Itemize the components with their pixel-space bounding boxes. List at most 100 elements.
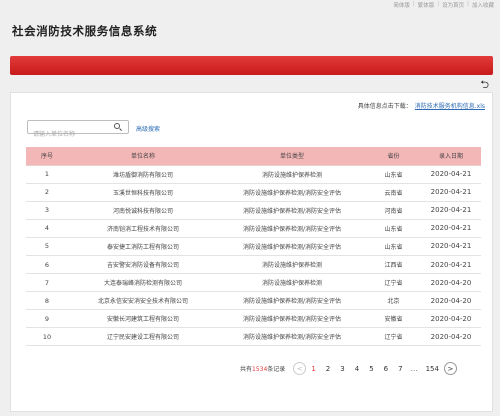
search-box [27, 120, 129, 141]
table-header-row: 序号 单位名称 单位类型 省份 录入日期 [26, 147, 481, 166]
cell-entry-date: 2020-04-21 [421, 183, 481, 202]
cell-unit-name[interactable]: 潍坊盾御消防有限公司 [68, 165, 218, 184]
download-info: 具体信息点击下载： 消防技术服务机构信息.xls [358, 101, 485, 110]
cell-province: 辽宁省 [366, 273, 421, 293]
table-row: 5 泰安捷工消防工程有限公司 消防设施维护保养检测/消防安全评估 山东省 2020-04… [26, 237, 481, 256]
cell-province: 江西省 [366, 255, 421, 275]
table-row: 7 大连泰瑞峰消防检测有限公司 消防设施维护保养检测 辽宁省 2020-04-20 [26, 273, 481, 293]
cell-unit-name[interactable]: 吉安警安消防设备有限公司 [68, 255, 218, 275]
cell-unit-name[interactable]: 安徽长河建筑工程有限公司 [68, 309, 218, 329]
page-number[interactable]: 1 [311, 365, 315, 373]
cell-province: 北京 [366, 291, 421, 311]
cell-unit-name[interactable]: 玉溪世恒科技有限公司 [68, 183, 218, 202]
cell-entry-date: 2020-04-20 [421, 273, 481, 293]
cell-province: 山东省 [366, 219, 421, 238]
cell-unit-type: 消防设施维护保养检测 [218, 165, 366, 184]
cell-entry-date: 2020-04-20 [421, 327, 481, 347]
cell-unit-type: 消防设施维护保养检测 [218, 273, 366, 293]
cell-index: 9 [26, 309, 68, 329]
download-link[interactable]: 消防技术服务机构信息.xls [415, 103, 485, 110]
table-row: 1 潍坊盾御消防有限公司 消防设施维护保养检测 山东省 2020-04-21 [26, 165, 481, 184]
table-row: 2 玉溪世恒科技有限公司 消防设施维护保养检测/消防安全评估 云南省 2020-04-2… [26, 183, 481, 202]
table-row: 8 北京永信安安消安全技术有限公司 消防设施维护保养检测/消防安全评估 北京 2020-… [26, 291, 481, 311]
cell-index: 6 [26, 255, 68, 275]
cell-index: 2 [26, 183, 68, 202]
page-title: 社会消防技术服务信息系统 [12, 24, 158, 38]
page-number[interactable]: 6 [384, 365, 388, 373]
cell-unit-type: 消防设施维护保养检测/消防安全评估 [218, 201, 366, 220]
table-row: 10 辽宁民安建设工程有限公司 消防设施维护保养检测/消防安全评估 辽宁省 2020-0… [26, 327, 481, 347]
cell-index: 5 [26, 237, 68, 256]
total-suffix: 条记录 [267, 366, 286, 373]
cell-unit-type: 消防设施维护保养检测/消防安全评估 [218, 219, 366, 238]
page-number[interactable]: 3 [340, 365, 344, 373]
table-row: 3 河南悦诚科技有限公司 消防设施维护保养检测/消防安全评估 河南省 2020-04-2… [26, 201, 481, 220]
table-row: 6 吉安警安消防设备有限公司 消防设施维护保养检测 江西省 2020-04-21 [26, 255, 481, 275]
cell-unit-name[interactable]: 辽宁民安建设工程有限公司 [68, 327, 218, 347]
cell-unit-name[interactable]: 北京永信安安消安全技术有限公司 [68, 291, 218, 311]
cell-index: 7 [26, 273, 68, 293]
cell-entry-date: 2020-04-20 [421, 309, 481, 329]
cell-province: 河南省 [366, 201, 421, 220]
download-label: 具体信息点击下载： [357, 103, 412, 110]
cell-entry-date: 2020-04-21 [421, 237, 481, 256]
cell-province: 云南省 [366, 183, 421, 202]
cell-province: 安徽省 [366, 309, 421, 329]
page-last[interactable]: 154 [426, 365, 439, 373]
cell-unit-type: 消防设施维护保养检测/消防安全评估 [218, 327, 366, 347]
cell-province: 山东省 [366, 237, 421, 256]
cell-unit-name[interactable]: 济南铠消工程技术有限公司 [68, 219, 218, 238]
pagination: 共有1534条记录 < 1 2 3 4 5 6 7 … 154 > [240, 362, 457, 375]
pagination-ellipsis: … [410, 364, 418, 373]
table-row: 4 济南铠消工程技术有限公司 消防设施维护保养检测/消防安全评估 山东省 2020-04… [26, 219, 481, 238]
cell-index: 1 [26, 165, 68, 184]
cell-entry-date: 2020-04-21 [421, 255, 481, 275]
cell-unit-name[interactable]: 泰安捷工消防工程有限公司 [68, 237, 218, 256]
cell-index: 10 [26, 327, 68, 347]
separator: | [412, 1, 415, 7]
record-total: 共有1534条记录 [240, 364, 285, 373]
cell-unit-name[interactable]: 大连泰瑞峰消防检测有限公司 [68, 273, 218, 293]
cell-unit-type: 消防设施维护保养检测/消防安全评估 [218, 183, 366, 202]
cell-province: 山东省 [366, 165, 421, 184]
page-number[interactable]: 7 [398, 365, 402, 373]
header-unit-type: 单位类型 [218, 147, 366, 166]
page-number[interactable]: 2 [326, 365, 330, 373]
cell-entry-date: 2020-04-21 [421, 165, 481, 184]
page-number[interactable]: 4 [355, 365, 359, 373]
table-row: 9 安徽长河建筑工程有限公司 消防设施维护保养检测/消防安全评估 安徽省 2020-04… [26, 309, 481, 329]
toplink-set-homepage[interactable]: 设为首页 [442, 1, 464, 9]
prev-page-button[interactable]: < [293, 362, 307, 375]
cell-entry-date: 2020-04-20 [421, 291, 481, 311]
total-prefix: 共有 [240, 366, 253, 373]
back-arrow-icon[interactable]: ⮌ [480, 79, 489, 90]
cell-index: 4 [26, 219, 68, 238]
cell-entry-date: 2020-04-21 [421, 219, 481, 238]
page-number[interactable]: 5 [369, 365, 373, 373]
cell-unit-name[interactable]: 河南悦诚科技有限公司 [68, 201, 218, 220]
cell-unit-type: 消防设施维护保养检测/消防安全评估 [218, 291, 366, 311]
separator: | [467, 1, 469, 7]
advanced-search-link[interactable]: 高级搜索 [136, 124, 160, 133]
red-banner [10, 56, 493, 75]
cell-unit-type: 消防设施维护保养检测/消防安全评估 [218, 309, 366, 329]
toplink-simplified[interactable]: 简体版 [393, 1, 410, 9]
search-input[interactable] [28, 128, 112, 141]
header-index: 序号 [26, 147, 68, 166]
header-unit-name: 单位名称 [68, 147, 218, 166]
header-entry-date: 录入日期 [421, 147, 481, 166]
cell-index: 8 [26, 291, 68, 311]
next-page-button[interactable]: > [443, 362, 457, 375]
total-count: 1534 [252, 366, 268, 373]
header-province: 省份 [366, 147, 421, 166]
cell-unit-type: 消防设施维护保养检测/消防安全评估 [218, 237, 366, 256]
separator: | [437, 1, 440, 7]
cell-index: 3 [26, 201, 68, 220]
search-icon[interactable] [114, 123, 123, 132]
cell-province: 辽宁省 [366, 327, 421, 347]
toplink-add-favorite[interactable]: 加入收藏 [472, 1, 494, 9]
toplink-traditional[interactable]: 繁体版 [418, 1, 435, 9]
results-table: 序号 单位名称 单位类型 省份 录入日期 1 潍坊盾御消防有限公司 消防设施维护保养… [26, 147, 481, 347]
cell-unit-type: 消防设施维护保养检测 [218, 255, 366, 275]
top-links: 简体版 | 繁体版 | 设为首页 | 加入收藏 [393, 1, 494, 9]
